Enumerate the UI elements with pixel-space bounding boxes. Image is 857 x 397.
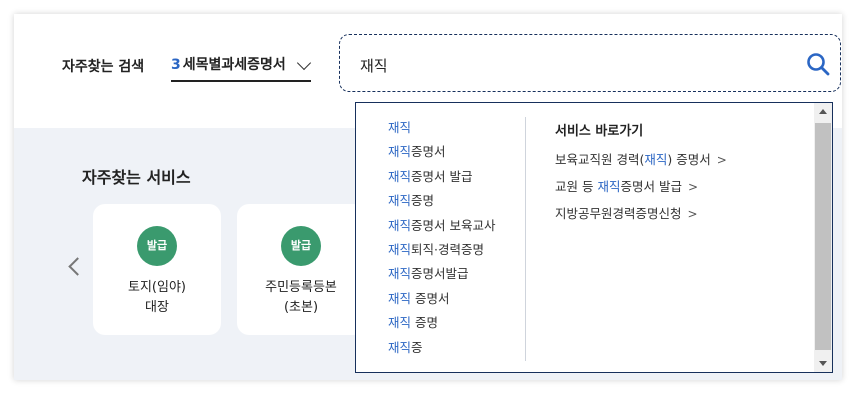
suggestion-match: 재직 bbox=[388, 339, 412, 355]
suggestion-match: 재직 bbox=[388, 266, 412, 282]
suggestion-item[interactable]: 재직 증명 bbox=[388, 312, 496, 336]
suggestion-item[interactable]: 재직퇴직·경력증명 bbox=[388, 239, 496, 263]
service-card-label: 주민등록등본 (초본) bbox=[237, 278, 365, 318]
service-card[interactable]: 발급 토지(임야) 대장 bbox=[93, 204, 221, 335]
suggestion-match: 재직 bbox=[388, 144, 412, 160]
quick-link-post: ) 증명서 bbox=[667, 152, 711, 167]
dropdown-divider bbox=[525, 117, 526, 361]
issue-badge: 발급 bbox=[281, 226, 321, 266]
suggestion-match: 재직 bbox=[388, 290, 412, 306]
quick-links-title: 서비스 바로가기 bbox=[555, 124, 644, 139]
chevron-right-icon: > bbox=[716, 153, 727, 167]
service-card-line: 주민등록등본 bbox=[265, 280, 337, 295]
service-card-line: 대장 bbox=[145, 300, 169, 315]
frequent-search-label: 자주찾는 검색 bbox=[62, 59, 145, 75]
issue-badge: 발급 bbox=[137, 226, 177, 266]
suggestion-rest: 증명서 bbox=[411, 144, 446, 160]
suggestion-match: 재직 bbox=[388, 193, 412, 209]
scroll-up-icon[interactable] bbox=[819, 109, 827, 114]
dropdown-scrollbar[interactable] bbox=[814, 103, 832, 372]
service-card-label: 토지(임야) 대장 bbox=[93, 278, 221, 318]
scrollbar-thumb[interactable] bbox=[815, 123, 831, 350]
suggestion-item[interactable]: 재직증명서 보육교사 bbox=[388, 215, 496, 239]
suggestion-item[interactable]: 재직증명서 발급 bbox=[388, 166, 496, 190]
suggestion-rest: 증명서발급 bbox=[411, 266, 469, 282]
chevron-down-icon bbox=[296, 55, 312, 71]
search-box[interactable]: 재직 bbox=[339, 34, 841, 92]
select-value: 세목별과세증명서 bbox=[182, 57, 286, 73]
scroll-down-icon[interactable] bbox=[819, 361, 827, 366]
quick-link-hl: 재직 bbox=[597, 179, 621, 194]
chevron-right-icon: > bbox=[687, 207, 698, 221]
suggestion-match: 재직 bbox=[388, 168, 412, 184]
suggestion-match: 재직 bbox=[388, 241, 412, 257]
autocomplete-dropdown: 재직 재직증명서 재직증명서 발급 재직증명 재직증명서 보육교사 재직퇴직·경력증명 재직… bbox=[355, 102, 833, 373]
suggestion-rest: 증명 bbox=[411, 315, 438, 331]
suggestion-rest: 퇴직·경력증명 bbox=[411, 241, 484, 257]
quick-link[interactable]: 지방공무원경력증명신청 > bbox=[555, 203, 727, 230]
quick-link-post: 증명서 발급 bbox=[620, 179, 682, 194]
suggestion-match: 재직 bbox=[388, 120, 412, 135]
search-icon[interactable] bbox=[806, 52, 830, 76]
suggestion-item[interactable]: 재직 증명서 bbox=[388, 288, 496, 312]
service-card[interactable]: 발급 주민등록등본 (초본) bbox=[237, 204, 365, 335]
suggestion-item[interactable]: 재직증 bbox=[388, 337, 496, 361]
search-input[interactable]: 재직 bbox=[360, 55, 388, 76]
service-card-line: (초본) bbox=[283, 300, 319, 315]
page-frame: 자주찾는 검색 3 세목별과세증명서 재직 자주찾는 서비스 발급 토지(임야) … bbox=[14, 14, 842, 380]
suggestion-rest: 증명 bbox=[411, 193, 435, 209]
select-rank-number: 3 bbox=[171, 57, 181, 73]
quick-link-pre: 지방공무원경력증명신청 bbox=[555, 206, 682, 221]
quick-links-list: 보육교직원 경력(재직) 증명서 > 교원 등 재직증명서 발급 > 지방공무원경력증명… bbox=[555, 149, 727, 230]
suggestion-list: 재직 재직증명서 재직증명서 발급 재직증명 재직증명서 보육교사 재직퇴직·경력증명 재직… bbox=[388, 117, 496, 361]
quick-link[interactable]: 교원 등 재직증명서 발급 > bbox=[555, 176, 727, 203]
suggestion-match: 재직 bbox=[388, 315, 412, 331]
chevron-right-icon: > bbox=[687, 180, 699, 194]
suggestion-item[interactable]: 재직증명서 bbox=[388, 141, 496, 165]
suggestion-rest: 증명서 bbox=[411, 290, 450, 306]
services-title: 자주찾는 서비스 bbox=[82, 168, 191, 187]
service-card-line: 토지(임야) bbox=[128, 280, 186, 295]
quick-link-pre: 보육교직원 경력( bbox=[555, 152, 645, 167]
suggestion-item[interactable]: 재직증명서발급 bbox=[388, 263, 496, 287]
suggestion-item[interactable]: 재직증명 bbox=[388, 190, 496, 214]
quick-link-pre: 교원 등 bbox=[555, 179, 598, 194]
suggestion-rest: 증 bbox=[411, 339, 423, 355]
quick-link-hl: 재직 bbox=[644, 152, 668, 167]
suggestion-rest: 증명서 발급 bbox=[411, 168, 473, 184]
suggestion-item[interactable]: 재직 bbox=[388, 117, 496, 141]
suggestion-match: 재직 bbox=[388, 217, 412, 233]
suggestion-rest: 증명서 보육교사 bbox=[411, 217, 496, 233]
quick-link[interactable]: 보육교직원 경력(재직) 증명서 > bbox=[555, 149, 727, 176]
frequent-search-select[interactable]: 3 세목별과세증명서 bbox=[171, 54, 312, 82]
